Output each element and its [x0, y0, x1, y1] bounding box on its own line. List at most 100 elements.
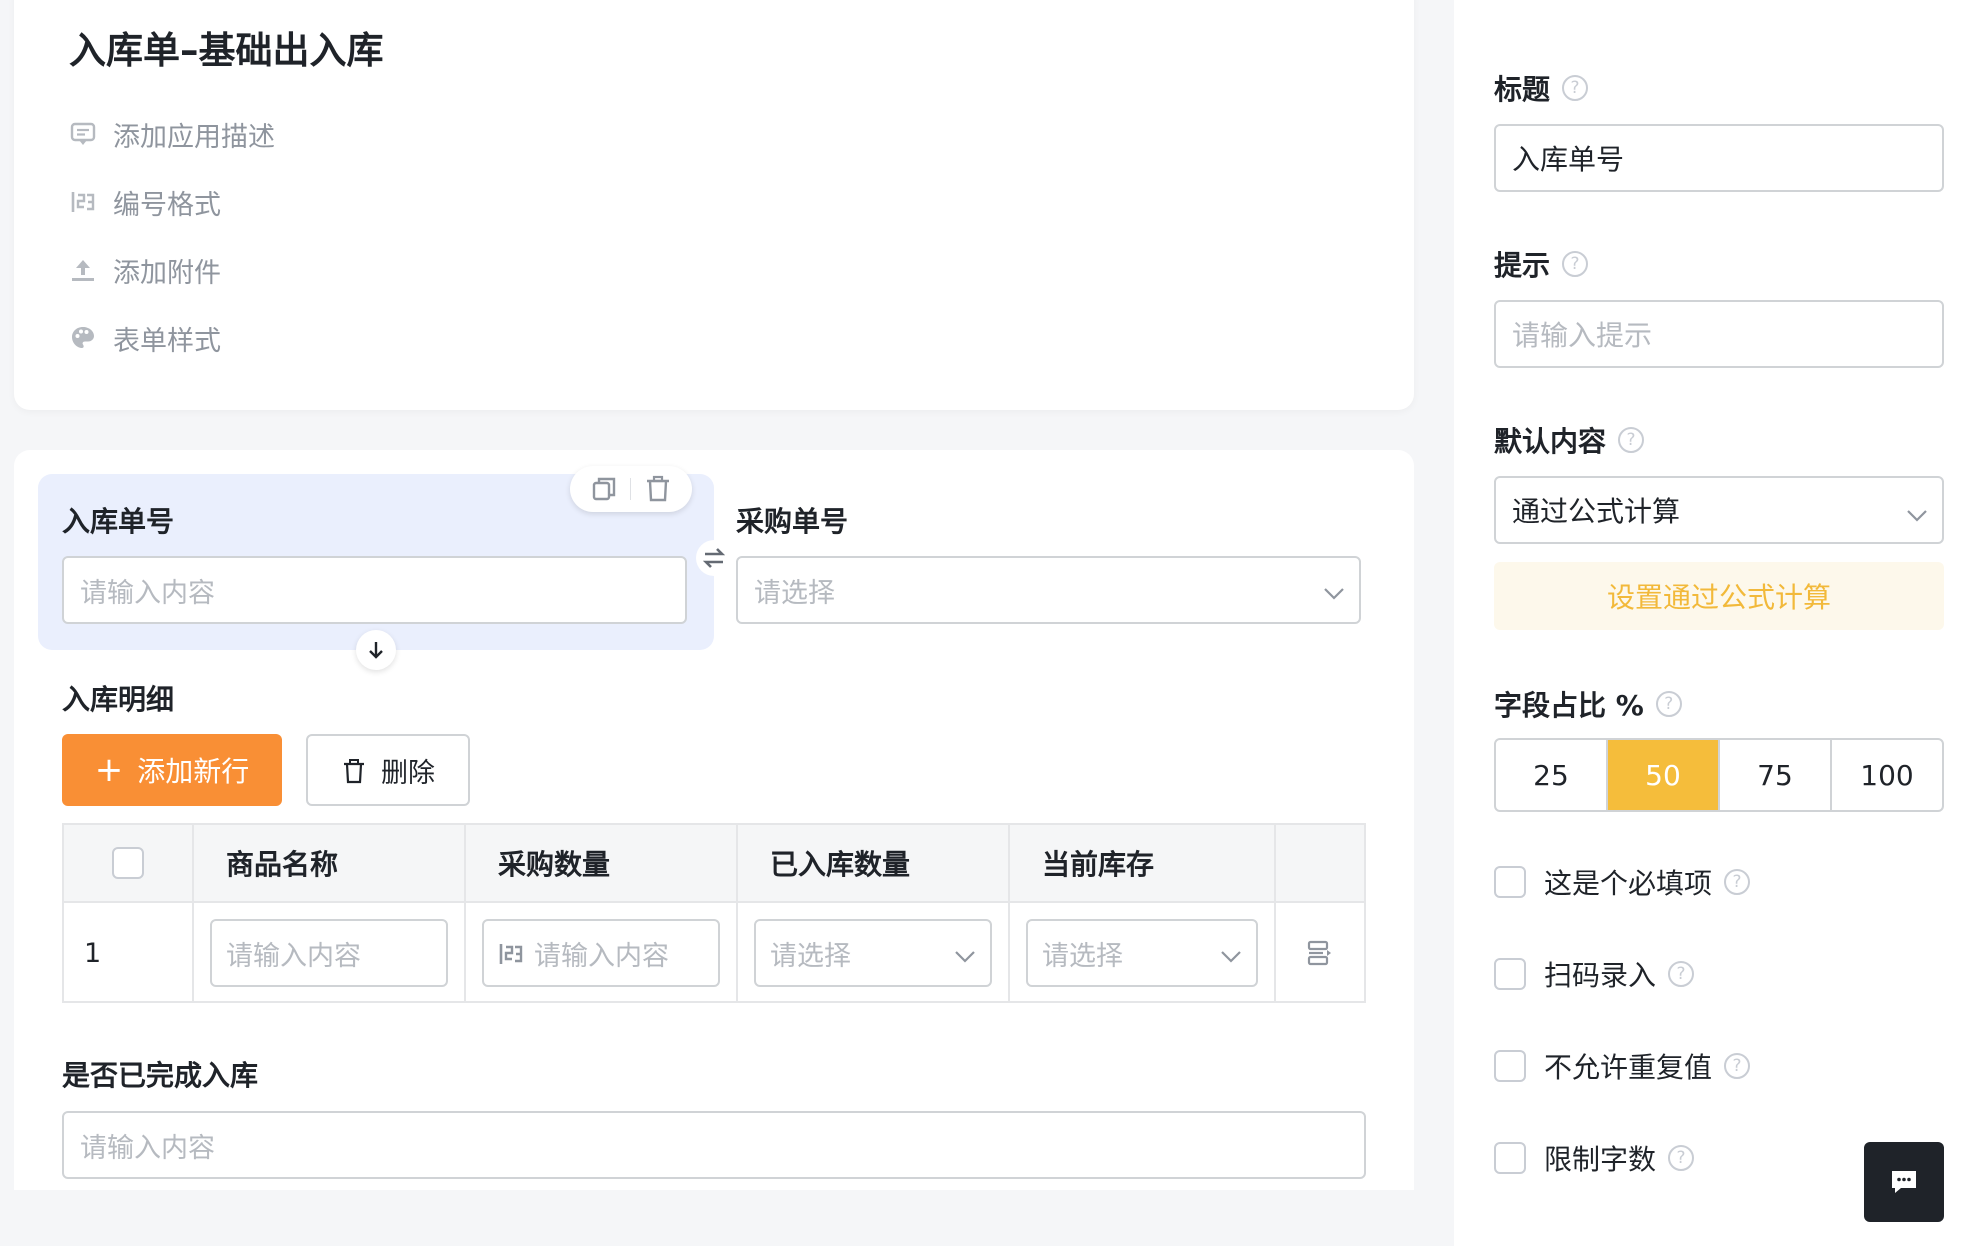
- set-formula-button[interactable]: 设置通过公式计算: [1494, 562, 1944, 630]
- column-header: 采购数量: [466, 825, 738, 901]
- header-checkbox-cell: [64, 825, 194, 901]
- chevron-down-icon: [1906, 500, 1928, 533]
- chat-icon[interactable]: [1864, 1142, 1944, 1222]
- received-qty-placeholder: 请选择: [770, 940, 851, 972]
- add-attachment-item[interactable]: 添加附件: [69, 236, 275, 304]
- help-icon[interactable]: ?: [1668, 961, 1695, 987]
- product-cell: 请输入内容: [194, 903, 466, 1003]
- subtable-label: 入库明细: [62, 683, 175, 716]
- po-no-placeholder: 请选择: [754, 577, 835, 609]
- limit-length-checkbox-row[interactable]: 限制字数 ?: [1494, 1138, 1695, 1178]
- limit-length-label: 限制字数: [1544, 1143, 1657, 1176]
- width-option-100[interactable]: 100: [1832, 740, 1942, 810]
- delete-field-icon[interactable]: [644, 475, 672, 503]
- product-name-input[interactable]: 请输入内容: [210, 919, 448, 987]
- app-info-card: 入库单–基础出入库 添加应用描述 编号格式 添加附件 表单样式: [14, 0, 1414, 410]
- width-option-50[interactable]: 50: [1608, 740, 1720, 810]
- row-index: 1: [84, 937, 102, 969]
- po-no-select[interactable]: 请选择: [736, 556, 1361, 624]
- title-input[interactable]: 入库单号: [1494, 124, 1944, 192]
- column-header-stock: 当前库存: [1042, 848, 1155, 881]
- scan-checkbox[interactable]: [1494, 958, 1526, 990]
- hint-setting-text: 提示: [1494, 249, 1551, 282]
- add-attachment-label: 添加附件: [113, 257, 221, 289]
- app-meta-list: 添加应用描述 编号格式 添加附件 表单样式: [69, 100, 275, 372]
- default-content-value: 通过公式计算: [1512, 495, 1681, 528]
- row-edit-icon[interactable]: [1306, 939, 1334, 967]
- required-label: 这是个必填项: [1544, 867, 1713, 900]
- copy-icon[interactable]: [590, 475, 618, 503]
- column-header-purchase-qty: 采购数量: [498, 848, 611, 881]
- subtable: 商品名称 采购数量 已入库数量 当前库存 1 请输入内容 请输入内容 请选择 请…: [62, 823, 1366, 1003]
- required-checkbox-row[interactable]: 这是个必填项 ?: [1494, 862, 1751, 902]
- help-icon[interactable]: ?: [1655, 691, 1682, 717]
- default-content-select[interactable]: 通过公式计算: [1494, 476, 1944, 544]
- number-icon: [498, 938, 524, 969]
- delete-rows-button[interactable]: 删除: [306, 734, 470, 806]
- swap-icon[interactable]: [696, 540, 732, 576]
- received-qty-select[interactable]: 请选择: [754, 919, 992, 987]
- width-setting-label: 字段占比 % ?: [1494, 684, 1682, 724]
- add-row-label: 添加新行: [137, 755, 250, 788]
- stock-placeholder: 请选择: [1042, 940, 1123, 972]
- serial-number-icon: [69, 188, 97, 216]
- width-option-75[interactable]: 75: [1720, 740, 1832, 810]
- field-toolbar: [570, 466, 692, 512]
- arrow-down-icon[interactable]: [356, 630, 396, 670]
- panel-top-remnant: [1494, 0, 1526, 10]
- help-icon[interactable]: ?: [1562, 251, 1589, 277]
- limit-length-checkbox[interactable]: [1494, 1142, 1526, 1174]
- trash-icon: [341, 755, 381, 786]
- delete-rows-label: 删除: [381, 757, 435, 789]
- help-icon[interactable]: ?: [1668, 1145, 1695, 1171]
- stock-cell: 请选择: [1010, 903, 1276, 1003]
- help-icon[interactable]: ?: [1724, 1053, 1751, 1079]
- field-completed-label: 是否已完成入库: [62, 1059, 259, 1092]
- purchase-qty-placeholder: 请输入内容: [534, 940, 669, 972]
- serial-format-item[interactable]: 编号格式: [69, 168, 275, 236]
- scan-checkbox-row[interactable]: 扫码录入 ?: [1494, 954, 1695, 994]
- default-setting-label: 默认内容 ?: [1494, 420, 1645, 460]
- column-header: 已入库数量: [738, 825, 1010, 901]
- column-header-actions: [1276, 825, 1364, 901]
- column-header-product: 商品名称: [226, 848, 339, 881]
- purchase-qty-cell: 请输入内容: [466, 903, 738, 1003]
- no-duplicate-checkbox-row[interactable]: 不允许重复值 ?: [1494, 1046, 1751, 1086]
- select-all-checkbox[interactable]: [112, 847, 144, 879]
- form-style-item[interactable]: 表单样式: [69, 304, 275, 372]
- form-style-label: 表单样式: [113, 325, 221, 357]
- row-actions-cell: [1276, 903, 1364, 1003]
- help-icon[interactable]: ?: [1562, 75, 1589, 101]
- width-option-25[interactable]: 25: [1496, 740, 1608, 810]
- add-description-item[interactable]: 添加应用描述: [69, 100, 275, 168]
- chevron-down-icon: [1220, 943, 1242, 974]
- upload-icon: [69, 256, 97, 284]
- palette-icon: [69, 324, 97, 352]
- field-settings-panel: 标题 ? 入库单号 提示 ? 请输入提示 默认内容 ? 通过公式计算 设置通过公…: [1454, 0, 1968, 1246]
- help-icon[interactable]: ?: [1618, 427, 1645, 453]
- column-header: 当前库存: [1010, 825, 1276, 901]
- add-row-button[interactable]: + 添加新行: [62, 734, 282, 806]
- scan-label: 扫码录入: [1544, 959, 1657, 992]
- chevron-down-icon: [954, 943, 976, 974]
- title-setting-label: 标题 ?: [1494, 68, 1589, 108]
- width-segmented-control: 25 50 75 100: [1494, 738, 1944, 812]
- no-duplicate-checkbox[interactable]: [1494, 1050, 1526, 1082]
- add-description-label: 添加应用描述: [113, 121, 275, 153]
- toolbar-divider: [630, 478, 632, 500]
- received-qty-cell: 请选择: [738, 903, 1010, 1003]
- subtable-header: 商品名称 采购数量 已入库数量 当前库存: [64, 825, 1364, 903]
- purchase-qty-input[interactable]: 请输入内容: [482, 919, 720, 987]
- chevron-down-icon: [1323, 580, 1345, 611]
- stock-select[interactable]: 请选择: [1026, 919, 1258, 987]
- required-checkbox[interactable]: [1494, 866, 1526, 898]
- width-setting-text: 字段占比 %: [1494, 689, 1644, 722]
- hint-input[interactable]: 请输入提示: [1494, 300, 1944, 368]
- app-title[interactable]: 入库单–基础出入库: [69, 20, 384, 74]
- column-header: 商品名称: [194, 825, 466, 901]
- receipt-no-input[interactable]: 请输入内容: [62, 556, 687, 624]
- table-row: 1 请输入内容 请输入内容 请选择 请选择: [64, 903, 1364, 1003]
- no-duplicate-label: 不允许重复值: [1544, 1051, 1713, 1084]
- completed-input[interactable]: 请输入内容: [62, 1111, 1366, 1179]
- help-icon[interactable]: ?: [1724, 869, 1751, 895]
